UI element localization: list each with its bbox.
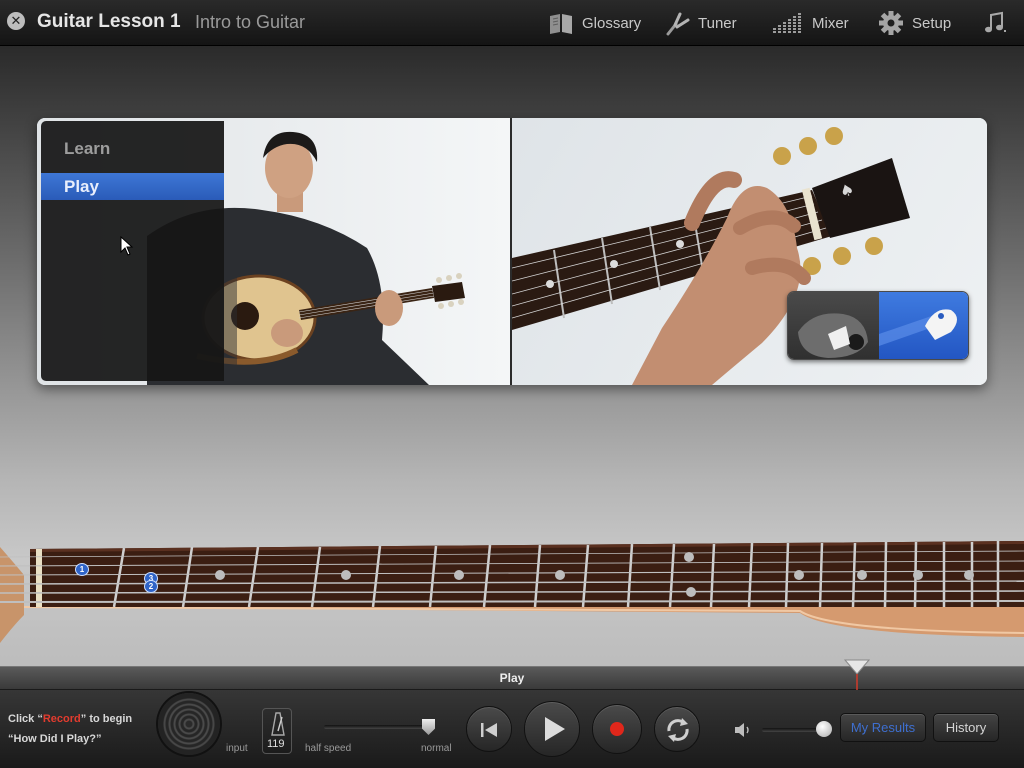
rewind-button[interactable] [466, 706, 512, 752]
hint-suffix: ” to begin [80, 713, 133, 725]
record-button[interactable] [592, 704, 642, 754]
hint-record-keyword: Record [42, 713, 81, 725]
play-icon [545, 717, 565, 741]
history-button[interactable]: History [933, 713, 999, 742]
mixer-button[interactable]: Mixer [772, 8, 849, 38]
section-track[interactable]: Play [0, 666, 1024, 690]
glossary-button[interactable]: Glossary [548, 8, 641, 38]
skip-back-icon [481, 723, 497, 737]
my-results-label: My Results [850, 720, 916, 735]
setup-button[interactable]: Setup [878, 8, 951, 38]
setup-label: Setup [912, 14, 952, 32]
teacher-view-icon [798, 313, 868, 358]
record-hint: Click “Record” to begin [8, 713, 132, 725]
history-label: History [945, 720, 987, 735]
half-speed-label: half speed [305, 743, 352, 754]
how-did-i-play-hint: “How Did I Play?” [8, 733, 102, 745]
glossary-label: Glossary [582, 14, 642, 32]
play-button[interactable] [524, 701, 580, 757]
menu-item-learn[interactable]: Learn [41, 135, 224, 162]
interactive-fretboard[interactable]: 1 3 2 [0, 535, 1024, 645]
mouse-cursor-icon [120, 236, 134, 256]
speed-slider[interactable] [324, 725, 432, 729]
hint-prefix: Click “ [8, 713, 43, 725]
neck-view-option[interactable] [879, 292, 968, 359]
close-icon[interactable]: ✕ [7, 12, 25, 30]
menu-item-play[interactable]: Play [41, 173, 224, 200]
mixer-icon [773, 13, 801, 33]
camera-view-toggle[interactable] [787, 291, 969, 360]
speed-slider-thumb[interactable] [422, 719, 435, 735]
top-bar: ✕ Guitar Lesson 1 Intro to Guitar Glossa… [0, 0, 1024, 46]
book-icon [550, 14, 572, 34]
loop-icon [667, 718, 689, 742]
mixer-label: Mixer [812, 14, 849, 32]
transport-controls: Click “Record” to begin “How Did I Play?… [0, 690, 1024, 768]
full-view-option[interactable] [788, 292, 879, 359]
music-settings-button[interactable] [982, 8, 1008, 38]
tuning-fork-icon [666, 12, 690, 36]
tuner-label: Tuner [698, 14, 737, 32]
lesson-video-panel[interactable]: Learn Play ♠ [37, 118, 987, 385]
metronome-icon [271, 712, 285, 736]
section-label: Play [499, 671, 525, 685]
neck-closeup-icon [879, 309, 957, 346]
input-label: input [226, 743, 248, 754]
volume-slider[interactable] [762, 728, 824, 732]
tuner-button[interactable]: Tuner [664, 8, 737, 38]
record-icon [610, 722, 624, 736]
loop-button[interactable] [654, 706, 700, 752]
volume-slider-thumb[interactable] [816, 721, 832, 737]
normal-speed-label: normal [421, 743, 452, 754]
teacher-video: Learn Play [37, 118, 510, 385]
my-results-button[interactable]: My Results [840, 713, 926, 742]
lesson-subtitle: Intro to Guitar [195, 12, 306, 32]
tempo-value: 119 [267, 738, 285, 750]
input-level-meter [158, 693, 220, 755]
gear-icon [879, 11, 903, 35]
finger-marker: 1 [75, 563, 89, 576]
finger-marker: 2 [144, 580, 158, 593]
lesson-title: Guitar Lesson 1 [37, 11, 181, 32]
speaker-low-icon [735, 723, 749, 737]
music-note-icon [985, 11, 1006, 33]
